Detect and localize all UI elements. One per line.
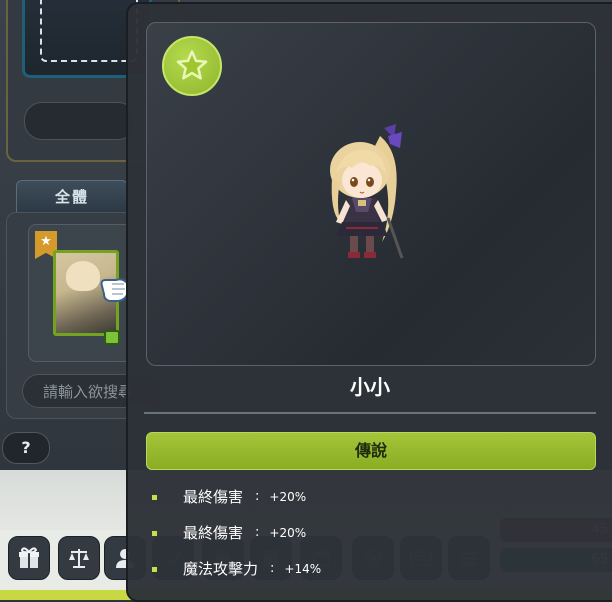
character-sprite [330, 124, 404, 259]
tab-all[interactable]: 全體 [16, 180, 128, 213]
bullet-icon [152, 530, 157, 536]
bullet-icon [152, 494, 157, 500]
stat-name: 魔法攻擊力 [183, 560, 259, 578]
character-name: 小小 [350, 375, 390, 399]
rarity-badge: 傳說 [146, 432, 596, 470]
bullet-icon [152, 566, 157, 572]
stat-value: +20% [269, 490, 307, 504]
divider [144, 412, 596, 414]
stat-row: 最終傷害 : +20% [152, 484, 306, 510]
stat-separator: : [270, 561, 275, 576]
stat-row: 魔法攻擊力 : +14% [152, 556, 321, 582]
stat-name: 最終傷害 [183, 488, 244, 506]
auction-button[interactable] [58, 536, 100, 580]
grade-star-icon [162, 36, 222, 96]
stat-row: 最終傷害 : +20% [152, 520, 306, 546]
gift-button[interactable] [8, 536, 50, 580]
stat-value: +20% [269, 526, 307, 540]
help-button[interactable]: ? [2, 432, 50, 464]
stat-name: 最終傷害 [183, 524, 244, 542]
name-bar [24, 102, 136, 140]
scale-icon [69, 549, 89, 568]
lock-icon [104, 330, 120, 345]
stat-value: +14% [284, 562, 322, 576]
stat-separator: : [255, 525, 260, 540]
star-icon [176, 50, 208, 80]
stat-separator: : [255, 489, 260, 504]
gift-icon [19, 547, 39, 568]
